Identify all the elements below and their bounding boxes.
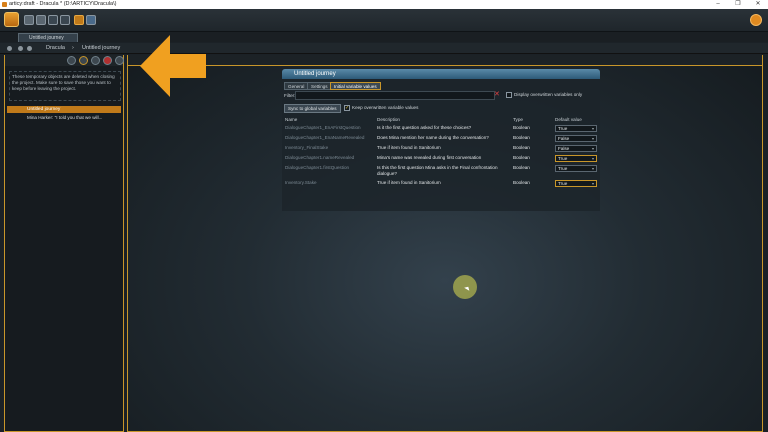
annotation-arrow-icon [140,35,206,97]
variable-description: Is it the first question asked for these… [377,125,472,130]
default-value-dropdown[interactable]: False ▾ [555,135,597,142]
settings-icon[interactable] [115,56,124,65]
variable-name: Inventory_FinalStake [285,145,329,150]
default-value-dropdown[interactable]: True ▾ [555,165,597,172]
journey-panel-header: Untitled journey [282,69,600,79]
variable-description: True if item found in Sanitorium [377,145,441,150]
breadcrumb-current[interactable]: Untitled journey [82,43,120,54]
journey-icon[interactable] [74,15,84,25]
chevron-down-icon: ▾ [591,166,594,171]
save-all-icon[interactable] [36,15,46,25]
variable-description: True if item found in Sanitorium [377,180,441,185]
display-overwritten-label: Display overwritten variables only [514,92,583,97]
tree-item-journey[interactable]: Untitled journey [27,106,60,113]
breadcrumb-root[interactable]: Dracula [46,43,65,54]
variable-description: Is this the first question Mina asks in … [377,165,498,176]
default-value-dropdown[interactable]: True ▾ [555,180,597,187]
tree-item-selected[interactable] [7,106,121,113]
variable-name: DialogueChapter1_EnaNameRevealed [285,135,365,140]
undo-icon[interactable] [48,15,58,25]
default-value-text: True [558,126,568,131]
default-value-dropdown[interactable]: True ▾ [555,155,597,162]
back-icon[interactable] [18,46,23,51]
tab-initial-variable-values[interactable]: Initial variable values [330,82,381,90]
variable-name: DialogueChapter1.nameRevealed [285,155,355,160]
tab-general[interactable]: General [284,82,309,90]
column-header-type[interactable]: Type [513,116,523,123]
record-icon[interactable] [91,56,100,65]
content-area: Untitled journey General Settings Initia… [127,55,763,432]
content-toolbar [128,55,762,66]
filter-label: Filter: [284,93,296,98]
search-icon[interactable] [79,56,88,65]
left-panel-toolbar [5,55,124,66]
default-value-text: False [558,136,570,141]
articy-logo-icon[interactable] [4,12,19,27]
variable-type: Boolean [513,180,530,185]
variable-description: Does Mina mention her name during the co… [377,135,489,140]
journey-panel: General Settings Initial variable values… [282,79,600,211]
sync-global-variables-button[interactable]: Sync to global variables [284,104,341,113]
breadcrumb-separator: › [72,45,74,51]
app-icon [2,2,7,7]
filter-icon[interactable] [67,56,76,65]
tab-settings[interactable]: Settings [307,82,332,90]
window-title: articy:draft - Dracula * (D:\ARTICY\Drac… [9,1,117,7]
default-value-dropdown[interactable]: False ▾ [555,145,597,152]
minimize-button[interactable]: – [708,0,728,9]
variable-type: Boolean [513,155,530,160]
panel-title: Untitled journey [294,71,336,77]
home-icon[interactable] [7,46,12,51]
document-tab-row: Untitled journey [0,32,768,42]
main-toolbar [0,9,768,32]
default-value-text: False [558,146,570,151]
variable-name: DialogueChapter1_EnAFirstQuestion [285,125,361,130]
app-main: Untitled journey Dracula › Untitled jour… [0,9,768,432]
temporary-objects-note: These temporary objects are deleted when… [9,71,121,101]
column-header-description[interactable]: Description [377,116,400,123]
column-header-name[interactable]: Name [285,116,297,123]
variable-name: Inventory.Stake [285,180,317,185]
variable-type: Boolean [513,165,530,170]
tab-untitled-journey[interactable]: Untitled journey [18,33,78,42]
tab-label: Untitled journey [29,35,64,41]
default-value-text: True [558,156,568,161]
default-value-text: True [558,166,568,171]
left-panel: These temporary objects are deleted when… [4,55,124,432]
default-value-dropdown[interactable]: True ▾ [555,125,597,132]
chevron-down-icon: ▾ [591,136,594,141]
display-overwritten-checkbox[interactable] [506,92,512,98]
keep-overwritten-checkbox[interactable]: ✓ [344,105,350,111]
navigation-bar: Dracula › Untitled journey [0,43,768,54]
chevron-down-icon: ▾ [591,156,594,161]
tree-item-dialogue[interactable]: Mina Harker: "I told you that we will... [27,114,102,121]
window-titlebar: articy:draft - Dracula * (D:\ARTICY\Drac… [0,0,768,9]
stop-icon[interactable] [103,56,112,65]
forward-icon[interactable] [27,46,32,51]
save-icon[interactable] [24,15,34,25]
variable-type: Boolean [513,145,530,150]
chevron-down-icon: ▾ [591,146,594,151]
variable-type: Boolean [513,125,530,130]
filter-input[interactable] [295,91,495,100]
close-button[interactable]: ✕ [748,0,768,9]
redo-icon[interactable] [60,15,70,25]
chevron-down-icon: ▾ [591,126,594,131]
user-menu-icon[interactable] [750,14,762,26]
keep-overwritten-label: Keep overwritten variable values [352,105,419,110]
help-icon[interactable] [86,15,96,25]
variable-type: Boolean [513,135,530,140]
clear-filter-icon[interactable]: ✕ [494,90,500,98]
chevron-down-icon: ▾ [591,181,594,186]
variable-name: DialogueChapter1.firstQuestion [285,165,350,170]
variable-description: Mina's name was revealed during first co… [377,155,482,160]
default-value-text: True [558,181,568,186]
column-header-default-value[interactable]: Default value [555,116,582,123]
maximize-button[interactable]: ❐ [728,0,748,9]
